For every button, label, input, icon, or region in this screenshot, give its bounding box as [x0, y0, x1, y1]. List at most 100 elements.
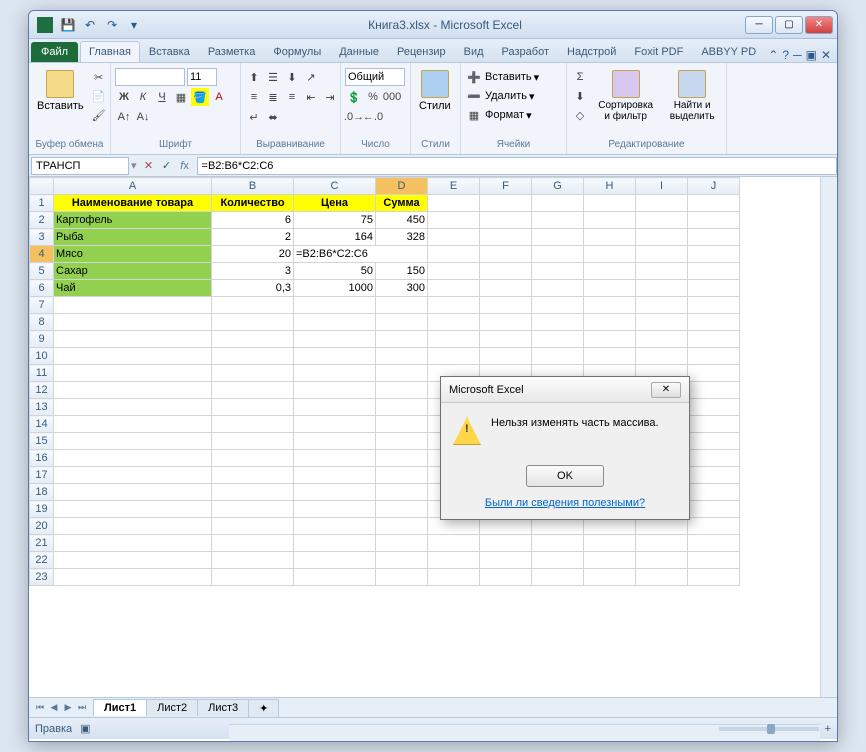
cell-C3[interactable]: 164	[294, 229, 376, 246]
cell[interactable]	[376, 467, 428, 484]
cell[interactable]	[688, 450, 740, 467]
row-header-2[interactable]: 2	[30, 212, 54, 229]
cell[interactable]	[584, 212, 636, 229]
cell[interactable]	[584, 535, 636, 552]
row-header-15[interactable]: 15	[30, 433, 54, 450]
cell[interactable]	[688, 399, 740, 416]
tab-view[interactable]: Вид	[455, 41, 493, 62]
row-header-8[interactable]: 8	[30, 314, 54, 331]
row-header-11[interactable]: 11	[30, 365, 54, 382]
cell[interactable]	[212, 518, 294, 535]
cell[interactable]	[428, 297, 480, 314]
cell[interactable]	[636, 263, 688, 280]
cell[interactable]	[376, 501, 428, 518]
cell[interactable]	[376, 399, 428, 416]
indent-inc-button[interactable]: ⇥	[321, 88, 339, 106]
cell[interactable]	[428, 195, 480, 212]
cell[interactable]	[688, 331, 740, 348]
row-header-14[interactable]: 14	[30, 416, 54, 433]
col-header-E[interactable]: E	[428, 178, 480, 195]
cell[interactable]	[688, 212, 740, 229]
cell[interactable]	[688, 433, 740, 450]
cell-D2[interactable]: 450	[376, 212, 428, 229]
col-header-H[interactable]: H	[584, 178, 636, 195]
cell[interactable]	[376, 297, 428, 314]
cell-B4[interactable]: 20	[212, 246, 294, 263]
align-middle-button[interactable]: ☰	[264, 68, 282, 86]
cell[interactable]	[294, 416, 376, 433]
cell[interactable]	[212, 569, 294, 586]
cell[interactable]	[212, 365, 294, 382]
cell[interactable]	[212, 348, 294, 365]
merge-button[interactable]: ⬌	[264, 108, 282, 126]
cell[interactable]	[428, 229, 480, 246]
cell[interactable]	[54, 518, 212, 535]
currency-button[interactable]: 💲	[345, 88, 363, 106]
row-header-16[interactable]: 16	[30, 450, 54, 467]
cell-A6[interactable]: Чай	[54, 280, 212, 297]
cell[interactable]	[532, 552, 584, 569]
cell[interactable]	[294, 331, 376, 348]
tab-data[interactable]: Данные	[330, 41, 388, 62]
autosum-button[interactable]: Σ	[571, 68, 589, 86]
cell[interactable]	[480, 280, 532, 297]
cell[interactable]	[54, 416, 212, 433]
row-header-20[interactable]: 20	[30, 518, 54, 535]
cell[interactable]	[480, 535, 532, 552]
cell[interactable]	[688, 484, 740, 501]
font-color-button[interactable]: A	[210, 88, 228, 106]
cell[interactable]	[428, 535, 480, 552]
cell[interactable]	[428, 280, 480, 297]
cell[interactable]	[480, 569, 532, 586]
cell[interactable]	[480, 246, 532, 263]
align-center-button[interactable]: ≣	[264, 88, 282, 106]
cell[interactable]	[532, 569, 584, 586]
cell-A1[interactable]: Наименование товара	[54, 195, 212, 212]
cell[interactable]	[480, 263, 532, 280]
cell[interactable]	[636, 212, 688, 229]
find-select-button[interactable]: Найти и выделить	[662, 68, 722, 124]
cell[interactable]	[480, 348, 532, 365]
percent-button[interactable]: %	[364, 88, 382, 106]
tab-insert[interactable]: Вставка	[140, 41, 199, 62]
doc-close-icon[interactable]: ✕	[821, 48, 831, 62]
cell[interactable]	[636, 229, 688, 246]
cell[interactable]	[636, 280, 688, 297]
cell[interactable]	[532, 518, 584, 535]
cell-B2[interactable]: 6	[212, 212, 294, 229]
row-header-21[interactable]: 21	[30, 535, 54, 552]
cell[interactable]	[376, 365, 428, 382]
sheet-nav-first-icon[interactable]: ⏮	[33, 701, 47, 715]
cell[interactable]	[294, 297, 376, 314]
row-header-19[interactable]: 19	[30, 501, 54, 518]
cell[interactable]	[54, 399, 212, 416]
cell[interactable]	[532, 212, 584, 229]
cell[interactable]	[688, 195, 740, 212]
cell[interactable]	[294, 552, 376, 569]
bold-button[interactable]: Ж	[115, 88, 133, 106]
cell[interactable]	[480, 195, 532, 212]
cell[interactable]	[480, 552, 532, 569]
zoom-in-button[interactable]: +	[825, 723, 831, 735]
cell[interactable]	[54, 552, 212, 569]
cell[interactable]	[212, 535, 294, 552]
sheet-tab-3[interactable]: Лист3	[197, 699, 249, 716]
cell[interactable]	[428, 569, 480, 586]
cell[interactable]	[294, 484, 376, 501]
cell[interactable]	[428, 246, 480, 263]
cell[interactable]	[54, 331, 212, 348]
align-top-button[interactable]: ⬆	[245, 68, 263, 86]
cell[interactable]	[54, 297, 212, 314]
cell[interactable]	[532, 229, 584, 246]
cell[interactable]	[54, 348, 212, 365]
cell[interactable]	[54, 365, 212, 382]
fill-color-button[interactable]: 🪣	[191, 88, 209, 106]
cut-button[interactable]: ✂	[90, 68, 108, 86]
tab-foxit[interactable]: Foxit PDF	[625, 41, 692, 62]
dialog-feedback-link[interactable]: Были ли сведения полезными?	[485, 497, 645, 509]
fx-icon[interactable]: fx	[177, 158, 193, 174]
cell[interactable]	[376, 484, 428, 501]
orientation-button[interactable]: ↗	[302, 68, 320, 86]
cell[interactable]	[294, 467, 376, 484]
help-icon[interactable]: ?	[782, 48, 789, 62]
